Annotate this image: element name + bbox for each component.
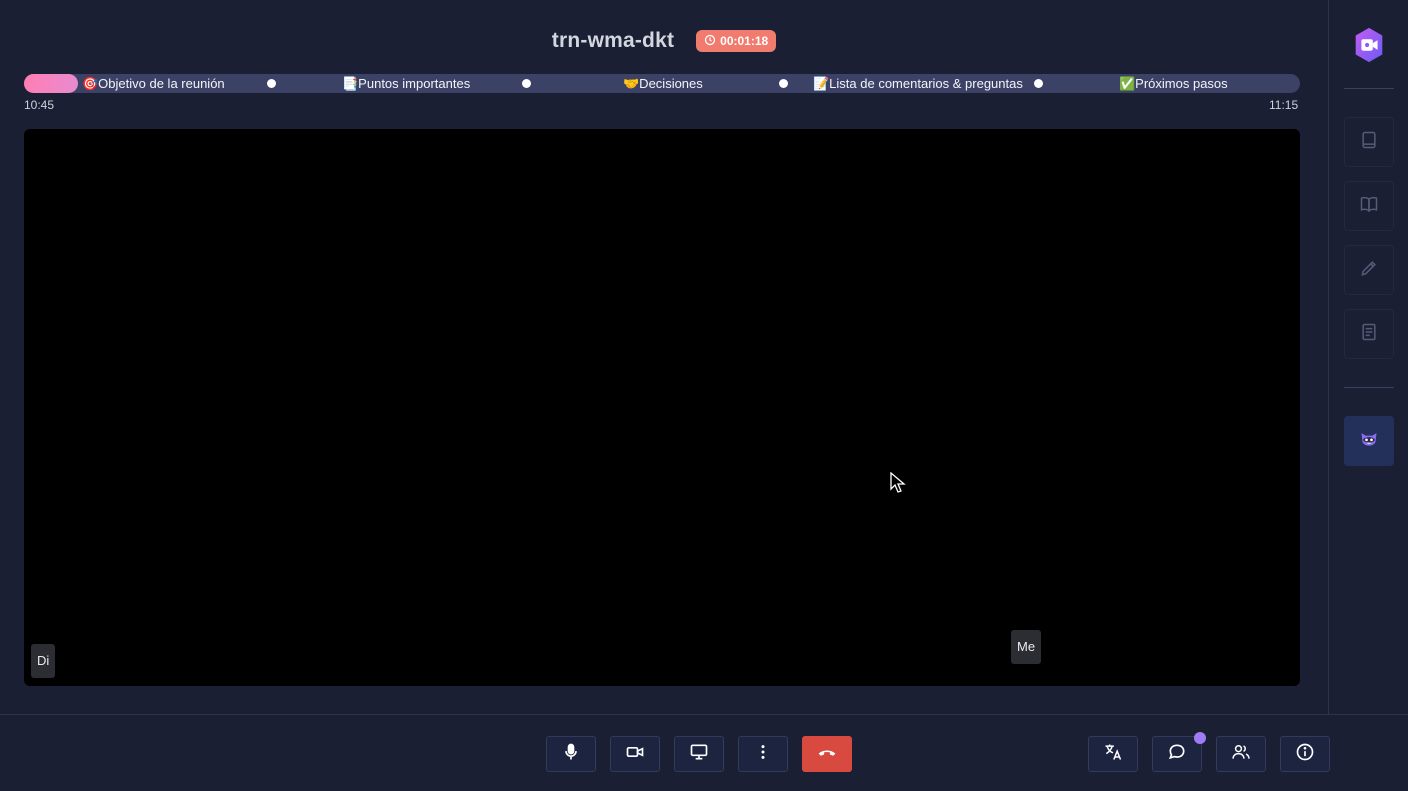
pencil-icon bbox=[1359, 258, 1379, 283]
hang-up-icon bbox=[817, 742, 837, 767]
hang-up-button[interactable] bbox=[802, 736, 852, 772]
more-options-button[interactable] bbox=[738, 736, 788, 772]
sidebar-assistant-button[interactable] bbox=[1344, 416, 1394, 466]
meeting-app: trn-wma-dkt 00:01:18 🎯Objetivo de la reu… bbox=[0, 0, 1408, 791]
controls-divider bbox=[0, 714, 1408, 715]
clock-icon bbox=[704, 34, 716, 49]
agenda-timeline[interactable]: 🎯Objetivo de la reunión 📑Puntos importan… bbox=[24, 74, 1300, 93]
chat-icon bbox=[1167, 742, 1187, 767]
agenda-marker-1 bbox=[267, 79, 276, 88]
timer-value: 00:01:18 bbox=[720, 34, 769, 48]
agenda-item-decisiones[interactable]: 🤝Decisiones bbox=[623, 74, 703, 93]
video-stage[interactable]: Di Me bbox=[24, 129, 1300, 686]
video-camera-icon bbox=[625, 742, 645, 767]
microphone-icon bbox=[561, 742, 581, 767]
chat-notification-dot bbox=[1194, 732, 1206, 744]
agenda-item-puntos[interactable]: 📑Puntos importantes bbox=[342, 74, 470, 93]
camera-button[interactable] bbox=[610, 736, 660, 772]
mouse-cursor-icon bbox=[890, 472, 906, 493]
sidebar-divider bbox=[1344, 387, 1394, 388]
agenda-item-objetivo[interactable]: 🎯Objetivo de la reunión bbox=[82, 74, 225, 93]
translate-icon bbox=[1103, 742, 1123, 767]
meeting-header: trn-wma-dkt 00:01:18 bbox=[0, 24, 1328, 58]
participants-icon bbox=[1231, 742, 1251, 767]
participant-tag-di: Di bbox=[31, 644, 56, 678]
agenda-marker-2 bbox=[522, 79, 531, 88]
room-code-title: trn-wma-dkt bbox=[551, 29, 675, 52]
raccoon-assistant-icon bbox=[1359, 429, 1379, 454]
translate-button[interactable] bbox=[1088, 736, 1138, 772]
sidebar-divider bbox=[1344, 88, 1394, 89]
agenda-start-time: 10:45 bbox=[24, 98, 55, 112]
agenda-item-comentarios[interactable]: 📝Lista de comentarios & preguntas bbox=[813, 74, 1023, 93]
agenda-marker-3 bbox=[779, 79, 788, 88]
meeting-timer-badge: 00:01:18 bbox=[696, 30, 777, 52]
agenda-marker-4 bbox=[1034, 79, 1043, 88]
sidebar-pencil-button[interactable] bbox=[1344, 245, 1394, 295]
notebook-icon bbox=[1359, 130, 1379, 155]
right-sidebar bbox=[1328, 0, 1408, 714]
microphone-button[interactable] bbox=[546, 736, 596, 772]
sidebar-document-button[interactable] bbox=[1344, 309, 1394, 359]
main-area: trn-wma-dkt 00:01:18 🎯Objetivo de la reu… bbox=[0, 0, 1328, 714]
app-logo-icon[interactable] bbox=[1350, 26, 1388, 64]
sidebar-book-button[interactable] bbox=[1344, 181, 1394, 231]
agenda-end-time: 11:15 bbox=[1269, 98, 1299, 112]
more-options-icon bbox=[753, 742, 773, 767]
participant-tag-me: Me bbox=[1011, 630, 1042, 664]
book-open-icon bbox=[1359, 194, 1379, 219]
sidebar-notebook-button[interactable] bbox=[1344, 117, 1394, 167]
info-icon bbox=[1295, 742, 1315, 767]
info-button[interactable] bbox=[1280, 736, 1330, 772]
agenda-item-proximos[interactable]: ✅Próximos pasos bbox=[1119, 74, 1228, 93]
screen-share-button[interactable] bbox=[674, 736, 724, 772]
agenda-progress-fill bbox=[24, 74, 78, 93]
participants-button[interactable] bbox=[1216, 736, 1266, 772]
document-icon bbox=[1359, 322, 1379, 347]
screen-share-icon bbox=[689, 742, 709, 767]
